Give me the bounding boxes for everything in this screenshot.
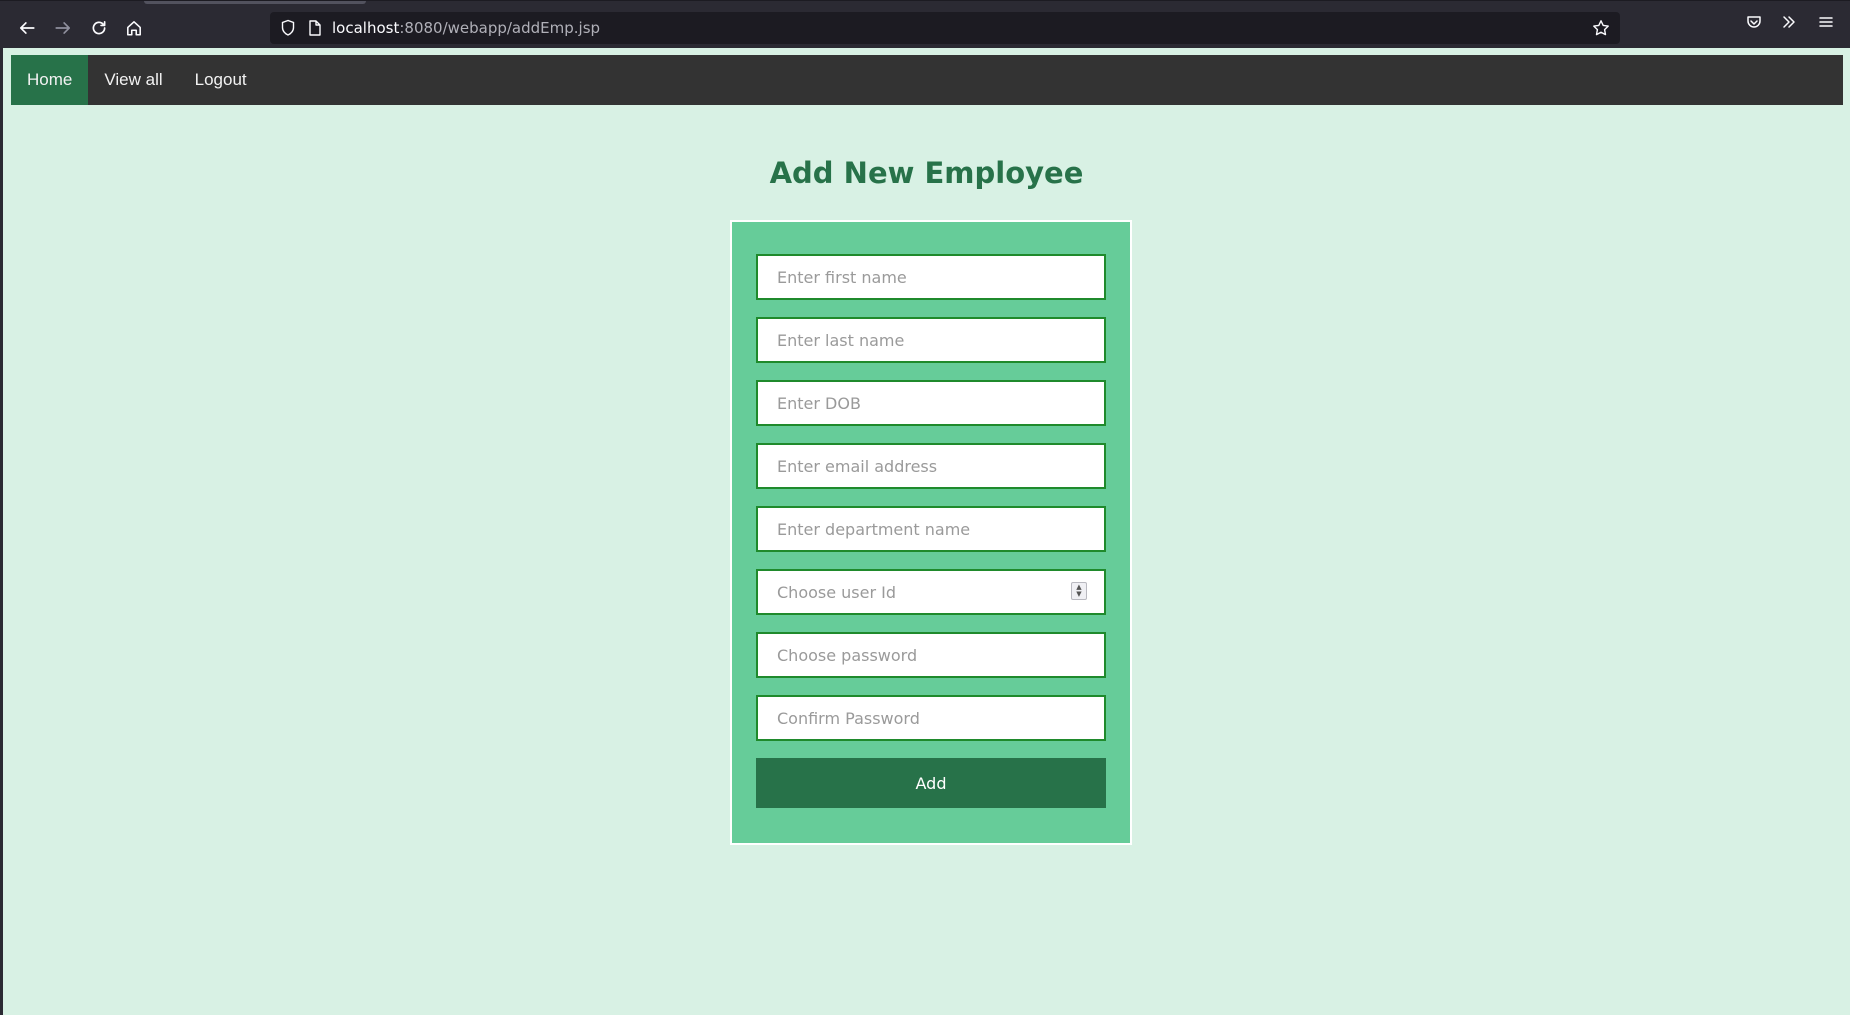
page-viewport: Home View all Logout Add New Employee ▲ … [3, 48, 1850, 1015]
top-navbar: Home View all Logout [11, 55, 1843, 105]
pocket-icon [1747, 16, 1761, 28]
url-text[interactable]: localhost:8080/webapp/addEmp.jsp [332, 19, 600, 37]
nav-view-all-link[interactable]: View all [88, 55, 178, 105]
nav-home-link[interactable]: Home [11, 55, 89, 105]
forward-arrow-icon [55, 22, 71, 34]
chevron-down-icon[interactable]: ▼ [1076, 591, 1081, 598]
add-button[interactable]: Add [756, 758, 1106, 808]
back-arrow-icon [19, 22, 35, 34]
forward-button[interactable] [48, 13, 78, 43]
reload-icon [92, 20, 106, 35]
address-bar[interactable]: localhost:8080/webapp/addEmp.jsp [270, 12, 1620, 44]
back-button[interactable] [12, 13, 42, 43]
pocket-button[interactable] [1745, 13, 1763, 35]
page-title: Add New Employee [769, 156, 1084, 190]
browser-toolbar: localhost:8080/webapp/addEmp.jsp [0, 0, 1850, 55]
hamburger-menu-icon [1819, 17, 1833, 27]
add-employee-form: ▲ ▼ Add [730, 220, 1132, 845]
nav-logout-link[interactable]: Logout [179, 55, 263, 105]
user-id-input[interactable] [756, 569, 1106, 615]
password-input[interactable] [756, 632, 1106, 678]
home-button[interactable] [119, 13, 149, 43]
bookmark-star-icon[interactable] [1592, 19, 1610, 37]
confirm-password-input[interactable] [756, 695, 1106, 741]
page-icon [309, 20, 321, 36]
user-id-stepper[interactable]: ▲ ▼ [1071, 582, 1087, 600]
url-path: :8080/webapp/addEmp.jsp [399, 19, 601, 37]
menu-button[interactable] [1817, 13, 1835, 35]
dob-input[interactable] [756, 380, 1106, 426]
email-input[interactable] [756, 443, 1106, 489]
double-chevron-icon [1783, 16, 1795, 28]
url-host: localhost [332, 19, 400, 37]
first-name-input[interactable] [756, 254, 1106, 300]
extensions-overflow-button[interactable] [1780, 13, 1798, 35]
reload-button[interactable] [84, 13, 114, 43]
last-name-input[interactable] [756, 317, 1106, 363]
home-icon [127, 21, 141, 36]
user-id-field-wrapper: ▲ ▼ [732, 569, 1130, 615]
department-input[interactable] [756, 506, 1106, 552]
active-tab-indicator [144, 1, 366, 4]
shield-icon[interactable] [280, 19, 296, 37]
